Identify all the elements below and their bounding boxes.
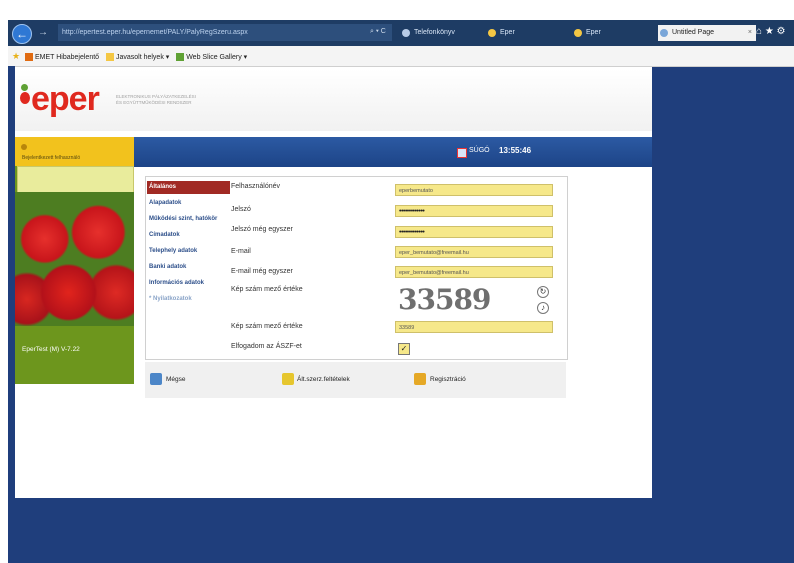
user-info-field	[17, 166, 134, 194]
captcha-refresh-icon[interactable]: ↻	[537, 286, 549, 298]
menu-item-alapadatok[interactable]: Alapadatok	[147, 197, 230, 210]
tab-telefonkonyv[interactable]: Telefonkönyv	[400, 25, 494, 41]
fav-emet-icon	[25, 53, 34, 62]
email-confirm-field[interactable]: eper_bemutato@freemail.hu	[395, 266, 553, 278]
menu-item-mukodesi-szint[interactable]: Működési szint, hatókör	[147, 213, 230, 226]
username-label: Felhasználónév	[231, 183, 281, 190]
captcha-input-label: Kép szám mező értéke	[231, 323, 303, 330]
email-label: E-mail	[231, 248, 251, 255]
password-field[interactable]: •••••••••••••	[395, 205, 553, 217]
menu-item-banki[interactable]: Banki adatok	[147, 261, 230, 274]
favorites-star-icon[interactable]: ★	[12, 51, 20, 61]
top-navigation-bar: SÚGÓ 13:55:46	[134, 137, 652, 167]
cancel-icon[interactable]	[150, 373, 162, 385]
tab-untitled-page[interactable]: Untitled Page ×	[658, 25, 756, 41]
captcha-image: 33589	[398, 283, 491, 316]
menu-item-cimadatok[interactable]: Címadatok	[147, 229, 230, 242]
page-footer	[8, 498, 794, 563]
logo-tagline: ELEKTRONIKUS PÁLYÁZATKEZELÉSI ÉS EGYÜTTMŰ…	[116, 94, 196, 105]
captcha-audio-icon[interactable]: ♪	[537, 302, 549, 314]
tab-label: Eper	[586, 29, 601, 36]
tab-eper-2[interactable]: Eper	[572, 25, 666, 41]
eper-logo[interactable]: eper	[20, 80, 100, 119]
user-title: Bejelentkezett felhasználó	[22, 155, 81, 161]
password-confirm-field[interactable]: •••••••••••••	[395, 226, 553, 238]
menu-item-informacios[interactable]: Információs adatok	[147, 277, 230, 290]
page-left-border	[8, 66, 15, 498]
forward-button[interactable]: →	[38, 27, 48, 38]
fav-emet-link[interactable]: EMET Hibabejelentő	[35, 54, 99, 61]
back-button[interactable]: ←	[12, 24, 32, 44]
help-link[interactable]: SÚGÓ	[469, 147, 490, 154]
username-field[interactable]: eperbemutato	[395, 184, 553, 196]
captcha-input-field[interactable]: 33589	[395, 321, 553, 333]
tab-label: Telefonkönyv	[414, 29, 455, 36]
register-icon[interactable]	[414, 373, 426, 385]
logo-text: eper	[31, 80, 100, 118]
aszf-label: Elfogadom az ÁSZF-et	[231, 343, 302, 350]
favorites-bar: ★ EMET Hibabejelentő Javasolt helyek ▾ W…	[8, 46, 794, 67]
tab-label: Untitled Page	[672, 29, 715, 36]
browser-title-bar: ← → http://epertest.eper.hu/epernemet/PA…	[8, 20, 794, 46]
menu-item-telephely[interactable]: Telephely adatok	[147, 245, 230, 258]
fav-suggested-icon	[106, 53, 115, 62]
password-label: Jelszó	[231, 206, 251, 213]
tab-eper-1[interactable]: Eper	[486, 25, 580, 41]
action-bar	[145, 362, 566, 398]
ie-icon	[574, 29, 582, 37]
email-confirm-label: E-mail még egyszer	[231, 268, 293, 275]
user-box	[15, 137, 134, 166]
tab-icon	[402, 29, 410, 37]
email-field[interactable]: eper_bemutato@freemail.hu	[395, 246, 553, 258]
captcha-label: Kép szám mező értéke	[231, 286, 303, 293]
clock-time: 13:55:46	[499, 146, 532, 155]
fav-suggested-link[interactable]: Javasolt helyek ▾	[116, 54, 169, 61]
ie-icon	[488, 29, 496, 37]
menu-item-altalanos[interactable]: Általános	[147, 181, 230, 194]
tab-close-icon[interactable]: ×	[748, 25, 752, 41]
version-label: EperTest (M) V-7.22	[22, 346, 80, 353]
tab-icon	[660, 29, 668, 37]
tab-label: Eper	[500, 29, 515, 36]
terms-icon[interactable]	[282, 373, 294, 385]
user-icon	[21, 144, 27, 150]
toolbar-icons[interactable]: ⌂ ★ ⚙	[756, 26, 786, 37]
fav-webslice-icon	[176, 53, 185, 62]
address-bar[interactable]: http://epertest.eper.hu/epernemet/PALY/P…	[58, 24, 392, 41]
password-confirm-label: Jelszó még egyszer	[231, 226, 293, 233]
cancel-button[interactable]: Mégse	[166, 376, 186, 383]
terms-button[interactable]: Ált.szerz.feltételek	[297, 376, 350, 383]
logo-dot-icon	[20, 80, 30, 104]
strawberries-image	[15, 192, 134, 326]
aszf-checkbox[interactable]: ✓	[398, 343, 410, 355]
register-button[interactable]: Regisztráció	[430, 376, 466, 383]
fav-webslice-link[interactable]: Web Slice Gallery ▾	[186, 54, 247, 61]
right-background-panel	[652, 67, 794, 498]
search-refresh-icons[interactable]: ⌕ ▾ C	[370, 28, 386, 36]
help-icon[interactable]	[457, 148, 467, 158]
menu-item-nyilatkozatok[interactable]: * Nyilatkozatok	[147, 293, 230, 306]
site-header	[15, 69, 652, 131]
